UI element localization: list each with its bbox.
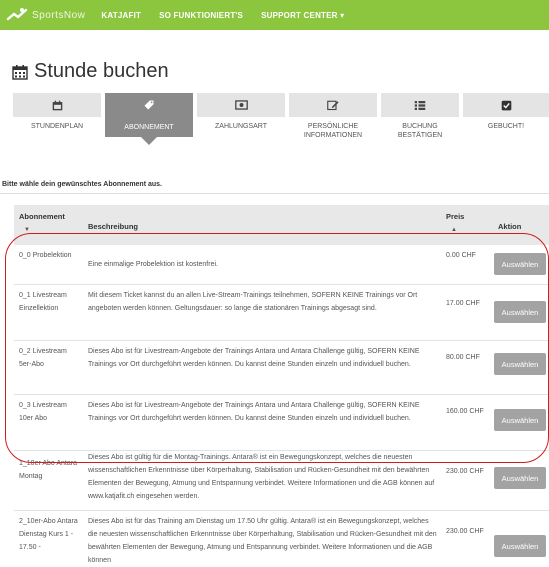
select-button[interactable]: Auswählen — [494, 353, 546, 375]
list-icon — [414, 100, 426, 110]
nav-link-so-funktionierts[interactable]: SO FUNKTIONIERT'S — [159, 11, 243, 20]
select-button[interactable]: Auswählen — [494, 409, 546, 431]
step-buchung-bestaetigen[interactable]: BUCHUNG BESTÄTIGEN — [381, 93, 459, 145]
step-label: GEBUCHT! — [487, 123, 525, 130]
logo-text: SportsNow — [32, 9, 86, 21]
table-row: 0_2 Livestream 5er-Abo Dieses Abo ist fü… — [14, 341, 549, 395]
sort-icon[interactable]: ▲ — [451, 227, 457, 233]
abo-price: 230.00 CHF — [446, 528, 484, 535]
sort-desc-icon[interactable]: ▼ — [24, 227, 30, 233]
step-abonnement[interactable]: ABONNEMENT — [105, 93, 193, 145]
abo-name: 0_2 Livestream 5er-Abo — [19, 348, 67, 368]
abo-name: 0_0 Probelektion — [19, 252, 72, 259]
column-header-preis[interactable]: Preis — [446, 212, 464, 221]
check-icon — [501, 100, 511, 110]
table-header: Abonnement ▼ Beschreibung Preis ▲ Aktion — [14, 205, 549, 245]
column-header-aktion: Aktion — [498, 222, 522, 231]
abo-description: Dieses Abo ist für Livestream-Angebote d… — [88, 348, 420, 368]
step-gebucht[interactable]: GEBUCHT! — [463, 93, 549, 145]
step-label: ABONNEMENT — [124, 124, 174, 131]
nav-link-katjafit[interactable]: KATJAFIT — [101, 11, 141, 20]
abo-price: 230.00 CHF — [446, 468, 484, 475]
tag-icon — [144, 100, 154, 110]
abo-description: Dieses Abo ist gültig für die Montag-Tra… — [88, 454, 435, 500]
abo-description: Dieses Abo ist für Livestream-Angebote d… — [88, 402, 420, 422]
sportsnow-logo[interactable]: SportsNow — [6, 7, 85, 23]
column-header-abonnement[interactable]: Abonnement — [19, 212, 65, 221]
column-header-beschreibung: Beschreibung — [88, 222, 139, 231]
step-persoenliche-informationen[interactable]: PERSÖNLICHE INFORMATIONEN — [289, 93, 377, 145]
calendar-icon — [52, 100, 62, 110]
abo-description: Mit diesem Ticket kannst du an allen Liv… — [88, 292, 418, 312]
divider — [0, 193, 549, 194]
top-navigation-bar: SportsNow KATJAFIT SO FUNKTIONIERT'S SUP… — [0, 0, 549, 30]
abo-name: 1_10er Abo Antara Montag — [19, 460, 77, 480]
runner-logo-icon — [6, 8, 28, 21]
step-label: PERSÖNLICHE INFORMATIONEN — [303, 123, 363, 139]
table-row: 0_1 Livestream Einzellektion Mit diesem … — [14, 285, 549, 341]
table-row: 0_3 Livestream 10er Abo Dieses Abo ist f… — [14, 395, 549, 451]
nav-link-support-center[interactable]: SUPPORT CENTER ▾ — [261, 11, 344, 20]
abo-price: 0.00 CHF — [446, 252, 476, 259]
step-stundenplan[interactable]: STUNDENPLAN — [13, 93, 101, 145]
abo-price: 160.00 CHF — [446, 408, 484, 415]
abo-name: 0_1 Livestream Einzellektion — [19, 292, 67, 312]
abo-description: Eine einmalige Probelektion ist kostenfr… — [88, 261, 218, 268]
step-zahlungsart[interactable]: ZAHLUNGSART — [197, 93, 285, 145]
step-label: STUNDENPLAN — [30, 123, 84, 130]
money-icon — [234, 100, 248, 110]
step-label: BUCHUNG BESTÄTIGEN — [397, 123, 443, 139]
select-button[interactable]: Auswählen — [494, 301, 546, 323]
abo-name: 0_3 Livestream 10er Abo — [19, 402, 67, 422]
edit-icon — [327, 100, 339, 111]
page-title-text: Stunde buchen — [34, 60, 169, 82]
abo-name: 2_10er-Abo Antara Dienstag Kurs 1 - 17.5… — [19, 518, 78, 551]
select-button[interactable]: Auswählen — [494, 253, 546, 275]
table-row: 0_0 Probelektion Eine einmalige Probelek… — [14, 245, 549, 285]
abo-price: 17.00 CHF — [446, 300, 480, 307]
select-button[interactable]: Auswählen — [494, 535, 546, 557]
table-row: 2_10er-Abo Antara Dienstag Kurs 1 - 17.5… — [14, 511, 549, 567]
calendar-icon — [12, 64, 28, 80]
page-title: Stunde buchen — [12, 60, 169, 83]
table-row: 1_10er Abo Antara Montag Dieses Abo ist … — [14, 451, 549, 511]
booking-steps: STUNDENPLAN ABONNEMENT ZAHLUNGSART PERSÖ… — [13, 93, 549, 149]
abo-description: Dieses Abo ist für das Training am Diens… — [88, 518, 437, 564]
select-button[interactable]: Auswählen — [494, 467, 546, 489]
step-label: ZAHLUNGSART — [215, 123, 267, 130]
abo-price: 80.00 CHF — [446, 354, 480, 361]
active-step-arrow — [141, 137, 157, 145]
instruction-text: Bitte wähle dein gewünschtes Abonnement … — [2, 181, 162, 188]
